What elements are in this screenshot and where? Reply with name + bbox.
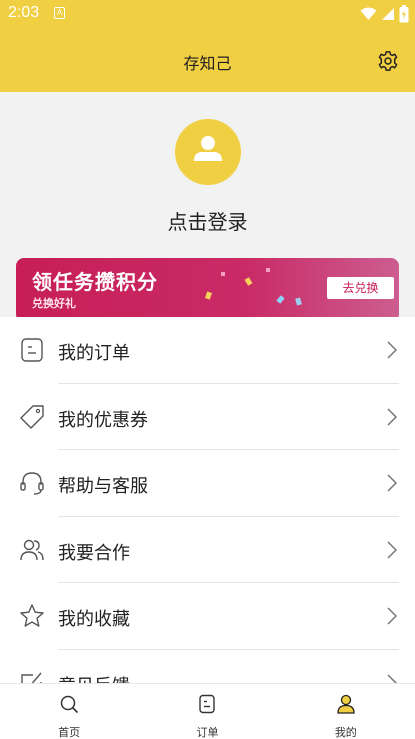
menu-item-coupons[interactable]: 我的优惠券 [0, 384, 415, 450]
bottom-tab-bar: 首页 订单 我的 [0, 683, 415, 739]
user-silhouette-icon [194, 136, 222, 161]
menu-item-label: 帮助与客服 [58, 476, 148, 497]
chevron-right-icon [387, 474, 398, 492]
order-icon [21, 338, 43, 362]
avatar[interactable] [175, 119, 241, 185]
top-bar: 存知己 [0, 28, 415, 92]
tab-orders[interactable]: 订单 [138, 684, 276, 739]
battery-icon [399, 5, 409, 23]
menu-item-label: 意见反馈 [58, 672, 130, 684]
menu-item-feedback[interactable]: 意见反馈 [0, 650, 415, 684]
tab-mine[interactable]: 我的 [277, 684, 415, 739]
menu-item-help[interactable]: 帮助与客服 [0, 450, 415, 517]
confetti-decoration [276, 295, 285, 304]
points-banner[interactable]: 领任务攒积分 兑换好礼 去兑换 [16, 258, 399, 322]
confetti-decoration [204, 291, 213, 300]
signal-icon [382, 8, 394, 20]
login-link[interactable]: 点击登录 [0, 206, 415, 235]
banner-subtitle: 兑换好礼 [32, 297, 76, 310]
wifi-icon [360, 7, 377, 20]
person-icon [337, 694, 355, 714]
chevron-right-icon [387, 540, 398, 559]
banner-title: 领任务攒积分 [32, 270, 158, 294]
notification-a-icon: A [54, 7, 65, 19]
confetti-decoration [221, 272, 225, 276]
chevron-right-icon [387, 673, 398, 683]
chevron-right-icon [387, 607, 398, 625]
redeem-button[interactable]: 去兑换 [327, 277, 394, 299]
menu-item-label: 我的订单 [58, 343, 130, 364]
menu-item-label: 我的收藏 [58, 609, 130, 630]
chevron-right-icon [387, 407, 398, 426]
system-icons [360, 5, 409, 23]
status-bar: 2:03 A [0, 0, 415, 28]
confetti-decoration [244, 277, 253, 286]
settings-gear-icon[interactable] [377, 50, 399, 72]
search-icon [60, 695, 78, 713]
confetti-decoration [295, 297, 302, 306]
tab-home[interactable]: 首页 [0, 684, 138, 739]
menu-item-orders[interactable]: 我的订单 [0, 317, 415, 384]
menu-item-label: 我的优惠券 [58, 409, 148, 431]
partners-icon [20, 539, 44, 560]
feedback-icon [21, 672, 42, 683]
menu-list: 我的订单 我的优惠券 帮助与客服 我要合作 我的收藏 意见反馈 [0, 317, 415, 683]
tab-label: 我的 [334, 726, 357, 739]
status-time: 2:03 [8, 4, 40, 21]
headset-icon [20, 472, 44, 495]
order-icon [199, 694, 216, 714]
star-icon [20, 604, 44, 627]
page-title: 存知己 [183, 54, 232, 73]
coupon-icon [20, 404, 44, 429]
menu-item-label: 我要合作 [58, 542, 130, 564]
confetti-decoration [266, 268, 270, 272]
tab-label: 订单 [196, 726, 219, 739]
chevron-right-icon [387, 341, 398, 359]
profile-section: 点击登录 [0, 92, 415, 262]
menu-item-cooperation[interactable]: 我要合作 [0, 517, 415, 583]
tab-label: 首页 [58, 726, 81, 739]
menu-item-favorites[interactable]: 我的收藏 [0, 583, 415, 650]
